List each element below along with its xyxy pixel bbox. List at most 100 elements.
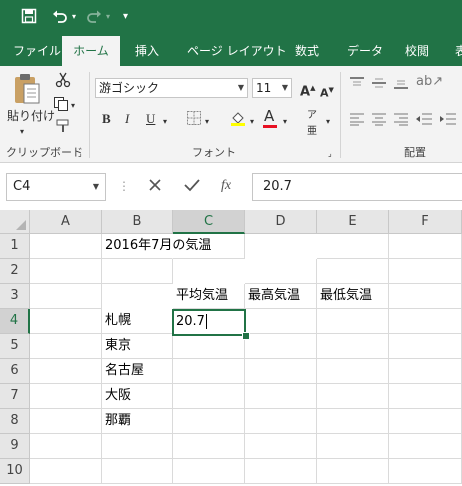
decrease-indent-icon[interactable] [416, 112, 432, 131]
grid-cell[interactable] [102, 459, 173, 484]
row-header-10[interactable]: 10 [0, 459, 30, 484]
increase-indent-icon[interactable] [440, 112, 456, 131]
cell-b7[interactable]: 大阪 [102, 384, 173, 409]
cell-c3[interactable]: 平均気温 [173, 284, 245, 309]
row-header-2[interactable]: 2 [0, 259, 30, 284]
column-header-a[interactable]: A [30, 210, 102, 234]
undo-icon[interactable] [52, 8, 68, 28]
row-header-8[interactable]: 8 [0, 409, 30, 434]
cut-icon[interactable] [55, 72, 71, 93]
grid-cell[interactable] [30, 384, 102, 409]
grid-cell[interactable] [30, 409, 102, 434]
fill-handle[interactable] [242, 332, 250, 340]
format-painter-icon[interactable] [55, 118, 71, 139]
border-dropdown-icon[interactable]: ▾ [205, 114, 209, 130]
grow-font-button[interactable]: A▲ [300, 80, 315, 100]
grid-cell[interactable] [317, 234, 389, 259]
fill-color-icon[interactable] [230, 110, 246, 131]
grid-cell[interactable] [102, 434, 173, 459]
copy-icon[interactable] [53, 96, 69, 117]
tab-formulas[interactable]: 数式 [295, 36, 319, 66]
grid-cell[interactable] [173, 384, 245, 409]
cell-e3[interactable]: 最低気温 [317, 284, 389, 309]
grid-cell[interactable] [173, 459, 245, 484]
fill-color-dropdown-icon[interactable]: ▾ [250, 114, 254, 130]
grid-cell[interactable] [30, 259, 102, 284]
cell-d3[interactable]: 最高気温 [245, 284, 317, 309]
grid-cell[interactable] [245, 309, 317, 334]
tab-insert[interactable]: 挿入 [135, 36, 159, 66]
grid-cell[interactable] [389, 359, 462, 384]
grid-cell[interactable] [245, 384, 317, 409]
row-header-3[interactable]: 3 [0, 284, 30, 309]
align-right-icon[interactable] [394, 112, 408, 131]
cell-b8[interactable]: 那覇 [102, 409, 173, 434]
formula-input[interactable]: 20.7 [252, 173, 462, 201]
grid-cell[interactable] [389, 309, 462, 334]
grid-cell[interactable] [30, 434, 102, 459]
save-icon[interactable] [21, 8, 37, 28]
column-header-d[interactable]: D [245, 210, 317, 234]
grid-cell[interactable] [245, 459, 317, 484]
align-middle-icon[interactable] [372, 76, 386, 95]
row-header-7[interactable]: 7 [0, 384, 30, 409]
grid-cell[interactable] [389, 284, 462, 309]
active-cell-c4[interactable]: 20.7 [172, 309, 246, 336]
tab-page-layout[interactable]: ページ レイアウト [187, 36, 287, 66]
grid-cell[interactable] [389, 409, 462, 434]
row-header-1[interactable]: 1 [0, 234, 30, 259]
grid-cell[interactable] [30, 359, 102, 384]
row-header-6[interactable]: 6 [0, 359, 30, 384]
paste-dropdown-icon[interactable]: ▾ [20, 124, 24, 140]
row-header-5[interactable]: 5 [0, 334, 30, 359]
column-header-f[interactable]: F [389, 210, 462, 234]
font-launcher-icon[interactable]: ⌟ [328, 146, 332, 162]
tab-data[interactable]: データ [347, 36, 383, 66]
grid-cell[interactable] [30, 334, 102, 359]
bold-button[interactable]: B [102, 111, 111, 127]
orientation-icon[interactable]: ab↗ [416, 74, 443, 90]
cell-b5[interactable]: 東京 [102, 334, 173, 359]
phonetic-guide-icon[interactable]: ア亜 [307, 108, 317, 140]
customize-qat-icon[interactable]: ▾ [123, 8, 128, 26]
font-size-combo[interactable]: 11 ▼ [252, 78, 292, 98]
underline-button[interactable]: U [146, 111, 155, 127]
name-box[interactable]: C4 ▼ [6, 173, 106, 201]
column-header-b[interactable]: B [102, 210, 173, 234]
shrink-font-button[interactable]: A▼ [320, 82, 334, 102]
grid-cell[interactable] [173, 334, 245, 359]
grid-cell[interactable] [317, 434, 389, 459]
grid-cell[interactable] [173, 359, 245, 384]
font-name-combo[interactable]: 游ゴシック ▼ [95, 78, 248, 98]
grid-cell[interactable] [389, 459, 462, 484]
grid-cell[interactable] [389, 334, 462, 359]
grid-cell[interactable] [317, 334, 389, 359]
grid-cell[interactable] [389, 234, 462, 259]
confirm-entry-icon[interactable] [184, 178, 200, 195]
copy-dropdown-icon[interactable]: ▾ [71, 98, 75, 114]
border-icon[interactable] [186, 110, 202, 131]
undo-dropdown-icon[interactable]: ▾ [72, 8, 76, 26]
cancel-entry-icon[interactable] [148, 178, 162, 195]
grid-cell[interactable] [317, 459, 389, 484]
paste-button-label[interactable]: 貼り付け [7, 108, 55, 124]
paste-icon[interactable] [12, 72, 42, 111]
select-all-button[interactable] [0, 210, 30, 234]
grid-cell[interactable] [245, 259, 317, 284]
grid-cell[interactable] [30, 234, 102, 259]
italic-button[interactable]: I [125, 111, 129, 127]
underline-dropdown-icon[interactable]: ▾ [163, 114, 167, 130]
cell-b6[interactable]: 名古屋 [102, 359, 173, 384]
grid-cell[interactable] [317, 309, 389, 334]
grid-cell[interactable] [30, 284, 102, 309]
align-center-icon[interactable] [372, 112, 386, 131]
cell-b1[interactable]: 2016年7月の気温 [102, 234, 211, 259]
grid-cell[interactable] [102, 259, 173, 284]
cell-b4[interactable]: 札幌 [102, 309, 173, 334]
align-left-icon[interactable] [350, 112, 364, 131]
grid-cell[interactable] [245, 359, 317, 384]
grid-cell[interactable] [317, 384, 389, 409]
clipboard-launcher-icon[interactable]: ⌟ [78, 146, 82, 162]
grid-cell[interactable] [389, 259, 462, 284]
grid-cell[interactable] [245, 409, 317, 434]
